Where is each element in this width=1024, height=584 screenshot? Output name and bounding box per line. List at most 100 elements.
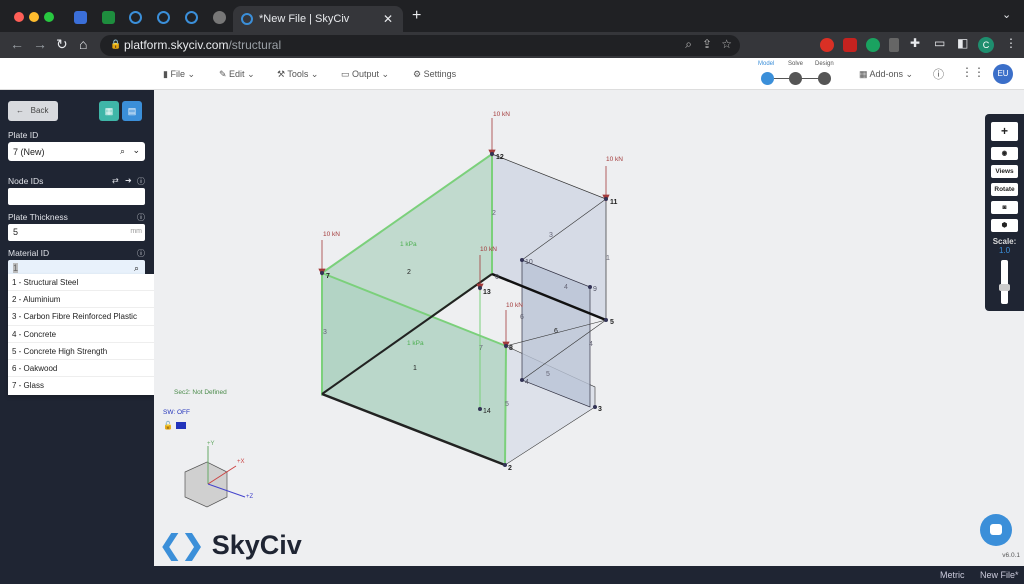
camera-2d-icon[interactable] bbox=[176, 422, 186, 429]
units-button[interactable]: Metric bbox=[940, 570, 965, 580]
load-label: 10 kN bbox=[506, 302, 523, 309]
home-icon[interactable]: ⌂ bbox=[79, 36, 87, 52]
file-menu[interactable]: ▮ File ⌄ bbox=[163, 69, 195, 80]
tab-search-icon[interactable]: ⌄ bbox=[1002, 8, 1011, 21]
tools-menu[interactable]: ⚒ Tools ⌄ bbox=[277, 69, 318, 80]
status-bar: Metric New File* bbox=[154, 566, 1024, 584]
skyciv-tab-icon[interactable] bbox=[157, 11, 170, 24]
material-option[interactable]: 6 - Oakwood bbox=[8, 360, 154, 378]
back-nav-icon[interactable]: ← bbox=[10, 36, 24, 52]
tools-menu-label: Tools bbox=[287, 69, 309, 79]
chat-button[interactable] bbox=[980, 514, 1012, 546]
side-panel-icon[interactable]: ◧ bbox=[957, 36, 968, 50]
globe-tab-icon[interactable] bbox=[213, 11, 226, 24]
lock-icon: 🔒 bbox=[110, 39, 122, 49]
material-option[interactable]: 7 - Glass bbox=[8, 377, 154, 394]
grammarly-extension-icon[interactable] bbox=[866, 38, 880, 52]
address-bar-row: ← → ↻ ⌂ 🔒 platform.skyciv.com/structural… bbox=[0, 32, 1024, 58]
views-button[interactable]: Views bbox=[991, 165, 1018, 178]
member-label: 5 bbox=[505, 401, 509, 408]
skyciv-tab-icon[interactable] bbox=[129, 11, 142, 24]
info-icon[interactable]: ⓘ bbox=[137, 212, 145, 223]
model-viewport[interactable]: 10 kN 10 kN 10 kN 10 kN 10 kN 1 kPa 1 kP… bbox=[154, 90, 1024, 566]
info-icon[interactable]: ⓘ bbox=[137, 248, 145, 259]
material-option[interactable]: 5 - Concrete High Strength bbox=[8, 343, 154, 360]
thickness-input[interactable]: 5 mm bbox=[8, 224, 145, 241]
node-ids-input[interactable] bbox=[8, 188, 145, 205]
sheets-tab-icon[interactable] bbox=[102, 11, 115, 24]
table-view-button[interactable]: ▤ bbox=[122, 101, 142, 121]
close-window-button[interactable] bbox=[14, 12, 24, 22]
edit-menu[interactable]: ✎ Edit ⌄ bbox=[219, 69, 255, 80]
extension-icon[interactable] bbox=[843, 38, 857, 52]
skyciv-tab-icon[interactable] bbox=[185, 11, 198, 24]
addons-label: Add-ons bbox=[869, 69, 904, 79]
skyciv-logo: ❮❯ SkyCiv bbox=[159, 530, 302, 560]
add-button[interactable]: + bbox=[991, 122, 1018, 141]
forward-nav-icon[interactable]: → bbox=[33, 36, 47, 52]
download-extension-icon[interactable] bbox=[889, 38, 899, 52]
active-tab[interactable]: *New File | SkyCiv ✕ bbox=[233, 6, 403, 33]
zoom-icon[interactable]: ⌕ bbox=[685, 37, 692, 52]
refresh-icon[interactable]: ⇄ bbox=[112, 176, 119, 185]
form-view-button[interactable]: ▦ bbox=[99, 101, 119, 121]
select-nodes-icon[interactable]: ➜ bbox=[125, 176, 132, 185]
pinned-tab-icon[interactable] bbox=[74, 11, 87, 24]
plate-id-select[interactable]: 7 (New) ⌕ ⌄ bbox=[8, 142, 145, 161]
settings-menu[interactable]: ⚙ Settings bbox=[413, 69, 456, 80]
node-label: 12 bbox=[496, 154, 504, 161]
close-tab-icon[interactable]: ✕ bbox=[383, 12, 393, 26]
minimize-window-button[interactable] bbox=[29, 12, 39, 22]
node-label: 2 bbox=[508, 465, 512, 472]
browser-menu-icon[interactable]: ⋮ bbox=[1005, 36, 1017, 50]
node-label: 10 bbox=[525, 259, 533, 266]
reload-icon[interactable]: ↻ bbox=[56, 36, 68, 53]
apps-grid-icon[interactable]: ⋮⋮ bbox=[961, 65, 985, 79]
3d-cube-icon[interactable]: ⬢ bbox=[991, 219, 1018, 232]
node-label: 14 bbox=[483, 408, 491, 415]
back-button[interactable]: ← Back bbox=[8, 101, 58, 121]
view-toolbar: + ◉ Views Rotate ◙ ⬢ Scale: 1.0 bbox=[985, 114, 1024, 311]
step-design-button[interactable] bbox=[818, 72, 831, 85]
view-cube[interactable]: +Y +X +Z bbox=[184, 441, 254, 508]
screenshot-camera-icon[interactable]: ◙ bbox=[991, 201, 1018, 214]
visibility-eye-icon[interactable]: ◉ bbox=[991, 147, 1018, 160]
user-avatar[interactable]: EU bbox=[993, 64, 1013, 84]
maximize-window-button[interactable] bbox=[44, 12, 54, 22]
addons-menu[interactable]: ▦ Add-ons ⌄ bbox=[859, 69, 913, 80]
scale-slider[interactable] bbox=[999, 260, 1010, 304]
new-tab-button[interactable]: + bbox=[412, 7, 421, 25]
extensions-puzzle-icon[interactable]: ✚ bbox=[910, 36, 920, 50]
scale-slider-handle[interactable] bbox=[999, 284, 1010, 291]
extension-icon[interactable] bbox=[820, 38, 834, 52]
url-field[interactable]: 🔒 platform.skyciv.com/structural ⌕ ⇪ ☆ bbox=[100, 35, 740, 56]
material-option[interactable]: 1 - Structural Steel bbox=[8, 274, 154, 292]
search-icon[interactable]: ⌕ bbox=[120, 146, 125, 157]
material-option[interactable]: 3 - Carbon Fibre Reinforced Plastic bbox=[8, 308, 154, 326]
step-solve-button[interactable] bbox=[789, 72, 802, 85]
share-icon[interactable]: ⇪ bbox=[702, 37, 712, 51]
material-option[interactable]: 2 - Aluminium bbox=[8, 291, 154, 309]
rotate-button[interactable]: Rotate bbox=[991, 183, 1018, 196]
node-ids-label: Node IDs bbox=[8, 176, 44, 186]
self-weight-status[interactable]: SW: OFF bbox=[163, 409, 190, 416]
scale-value: 1.0 bbox=[998, 246, 1011, 255]
bookmark-star-icon[interactable]: ☆ bbox=[721, 37, 732, 51]
settings-menu-label: Settings bbox=[423, 69, 457, 79]
chevron-down-icon[interactable]: ⌄ bbox=[132, 145, 140, 156]
pressure-label: 1 kPa bbox=[407, 340, 424, 347]
step-model-button[interactable] bbox=[761, 72, 774, 85]
unlock-icon[interactable]: 🔓 bbox=[163, 421, 173, 430]
structure-model[interactable]: 10 kN 10 kN 10 kN 10 kN 10 kN 1 kPa 1 kP… bbox=[154, 90, 1024, 566]
output-menu-label: Output bbox=[352, 69, 380, 79]
plate-id-label: Plate ID bbox=[8, 130, 39, 140]
cast-icon[interactable]: ▭ bbox=[934, 36, 945, 50]
file-name-button[interactable]: New File* bbox=[980, 570, 1019, 580]
section-status: Sec2: Not Defined bbox=[174, 389, 227, 396]
info-icon[interactable]: ⓘ bbox=[137, 176, 145, 187]
profile-avatar[interactable]: C bbox=[978, 37, 994, 53]
material-option[interactable]: 4 - Concrete bbox=[8, 326, 154, 343]
help-icon[interactable]: ⓘ bbox=[933, 66, 944, 82]
node-label: 13 bbox=[483, 289, 491, 296]
output-menu[interactable]: ▭ Output ⌄ bbox=[341, 69, 389, 80]
